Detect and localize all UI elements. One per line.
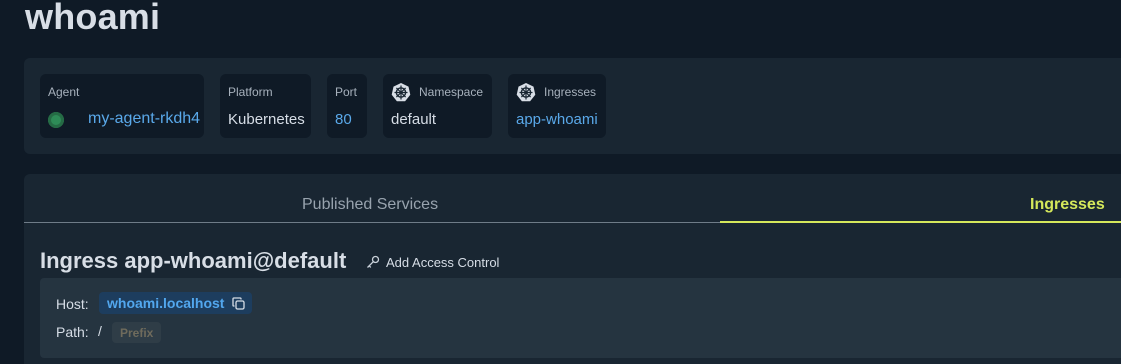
service-info-panel: Agent my-agent-rkdh4 Platform Kubernetes…	[24, 58, 1121, 154]
agent-card: Agent my-agent-rkdh4	[40, 74, 204, 138]
kubernetes-icon	[516, 83, 536, 102]
port-label: Port	[335, 85, 358, 99]
port-card: Port 80	[327, 74, 367, 138]
namespace-value: default	[391, 111, 437, 128]
ingress-title: Ingress app-whoami@default	[40, 248, 347, 273]
kubernetes-icon	[391, 83, 411, 102]
add-access-control-label: Add Access Control	[386, 254, 500, 270]
host-label: Host:	[56, 296, 89, 312]
platform-value: Kubernetes	[228, 111, 305, 128]
path-value: /	[98, 323, 102, 339]
platform-card: Platform Kubernetes	[220, 74, 311, 138]
ingresses-label: Ingresses	[544, 85, 597, 99]
host-link[interactable]: whoami.localhost	[107, 295, 224, 311]
tab-active-indicator	[720, 221, 1121, 223]
host-chip: whoami.localhost	[99, 292, 253, 314]
path-type-badge: Prefix	[112, 322, 162, 343]
agent-status-indicator	[48, 112, 64, 128]
tabs-panel: Published Services Ingresses Ingress app…	[24, 174, 1121, 364]
key-icon	[367, 255, 380, 268]
namespace-label: Namespace	[419, 85, 484, 99]
tab-ingresses[interactable]: Ingresses	[1030, 196, 1105, 214]
path-label: Path:	[56, 324, 89, 340]
namespace-card: Namespace default	[383, 74, 492, 138]
agent-label: Agent	[48, 85, 80, 99]
port-link[interactable]: 80	[335, 111, 352, 128]
platform-label: Platform	[228, 85, 273, 99]
page-title: whoami	[25, 0, 161, 37]
ingress-details: Host: whoami.localhost Path: / Prefix	[40, 278, 1121, 358]
agent-link[interactable]: my-agent-rkdh4	[88, 110, 200, 128]
ingress-link[interactable]: app-whoami	[516, 111, 598, 128]
ingresses-card: Ingresses app-whoami	[508, 74, 606, 138]
tab-published-services[interactable]: Published Services	[302, 196, 438, 214]
copy-icon[interactable]	[232, 296, 246, 310]
add-access-control-button[interactable]: Add Access Control	[366, 253, 499, 271]
